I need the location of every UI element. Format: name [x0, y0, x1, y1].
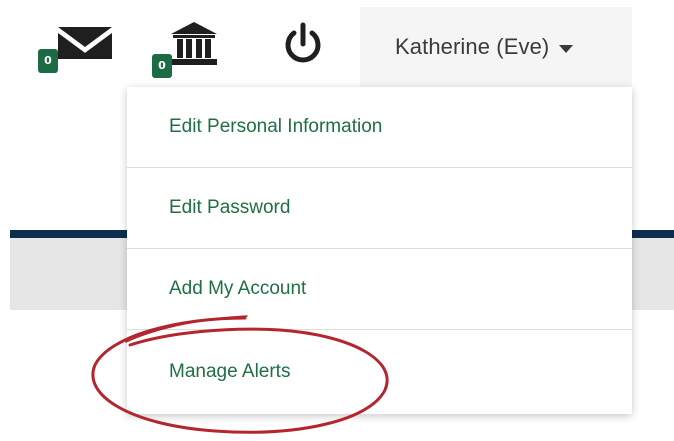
- bank-count-badge: 0: [152, 54, 172, 78]
- caret-down-icon: [559, 44, 574, 53]
- menu-item-label: Manage Alerts: [169, 361, 291, 382]
- menu-item-edit-personal-information[interactable]: Edit Personal Information: [127, 87, 632, 168]
- menu-item-manage-alerts[interactable]: Manage Alerts: [127, 330, 632, 414]
- envelope-icon[interactable]: [56, 25, 114, 61]
- page: 0 0 Katherine (Eve) Edit Personal Inform…: [0, 0, 674, 441]
- bank-icon[interactable]: [170, 22, 218, 66]
- menu-item-add-my-account[interactable]: Add My Account: [127, 249, 632, 330]
- menu-item-label: Edit Password: [169, 197, 291, 218]
- menu-item-edit-password[interactable]: Edit Password: [127, 168, 632, 249]
- menu-item-label: Add My Account: [169, 278, 307, 299]
- user-dropdown-menu: Edit Personal Information Edit Password …: [127, 87, 632, 414]
- power-icon[interactable]: [282, 22, 324, 66]
- user-menu-toggle[interactable]: Katherine (Eve): [360, 7, 632, 87]
- mail-count-badge: 0: [38, 49, 58, 73]
- user-name: Katherine (Eve): [395, 34, 550, 59]
- menu-item-label: Edit Personal Information: [169, 116, 383, 137]
